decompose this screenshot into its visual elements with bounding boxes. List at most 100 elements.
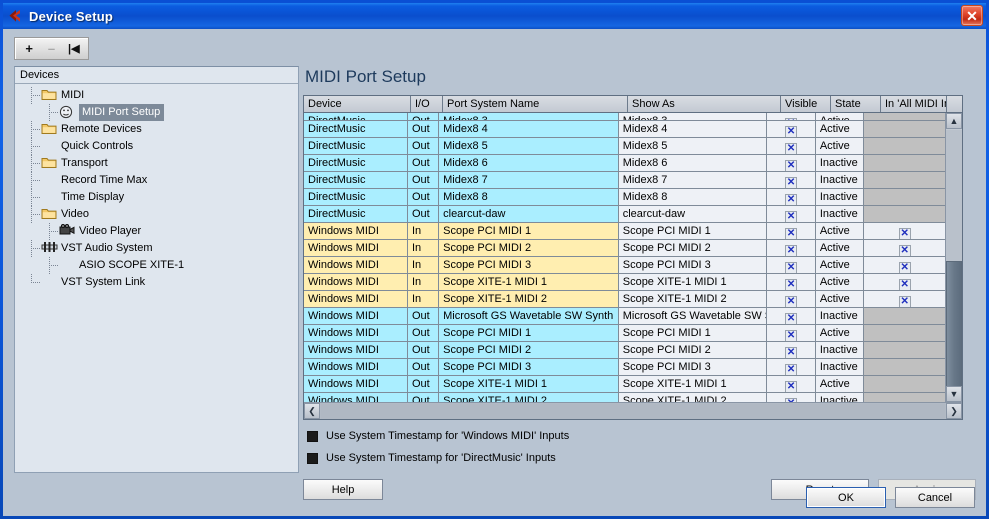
table-row[interactable]: Windows MIDI Out Scope PCI MIDI 3 Scope PCI… (304, 359, 945, 376)
cell-visible[interactable]: ✕ (767, 376, 816, 392)
cell-all-midi-in[interactable] (864, 172, 945, 188)
visible-checkbox[interactable]: ✕ (785, 347, 798, 358)
cell-visible[interactable]: ✕ (767, 274, 816, 290)
remove-device-button[interactable]: – (40, 39, 62, 59)
visible-checkbox[interactable]: ✕ (785, 313, 798, 324)
vertical-scroll-track[interactable] (946, 130, 962, 261)
visible-checkbox[interactable]: ✕ (785, 381, 798, 392)
reset-devices-button[interactable]: |◀ (63, 39, 85, 59)
table-row[interactable]: Windows MIDI In Scope PCI MIDI 2 Scope PCI … (304, 240, 945, 257)
cell-all-midi-in[interactable] (864, 308, 945, 324)
table-row[interactable]: DirectMusic Out Midex8 5 Midex8 5 ✕ Active (304, 138, 945, 155)
visible-checkbox[interactable]: ✕ (785, 194, 798, 205)
table-row[interactable]: DirectMusic Out clearcut-daw clearcut-daw ✕ I… (304, 206, 945, 223)
cell-visible[interactable]: ✕ (767, 121, 816, 137)
table-row[interactable]: DirectMusic Out Midex8 4 Midex8 4 ✕ Active (304, 121, 945, 138)
all-midi-in-checkbox[interactable]: ✕ (898, 228, 911, 239)
table-row[interactable]: DirectMusic Out Midex8 7 Midex8 7 ✕ Inactive (304, 172, 945, 189)
visible-checkbox[interactable]: ✕ (785, 211, 798, 222)
all-midi-in-checkbox[interactable]: ✕ (898, 279, 911, 290)
cancel-button[interactable]: Cancel (895, 487, 975, 508)
column-header-state[interactable]: State (831, 96, 881, 112)
cell-visible[interactable]: ✕ (767, 172, 816, 188)
devices-tree[interactable]: MIDI MIDI Port Setup Remote Devices Quick C… (15, 84, 298, 291)
sidebar-item-video-player[interactable]: Video Player (15, 223, 298, 240)
table-row[interactable]: DirectMusicOutMidex8 3Midex8 3✕Active (304, 113, 945, 121)
sidebar-item-midi[interactable]: MIDI (15, 87, 298, 104)
cell-visible[interactable]: ✕ (767, 342, 816, 358)
cell-all-midi-in[interactable] (864, 376, 945, 392)
cell-visible[interactable]: ✕ (767, 223, 816, 239)
sidebar-item-record-time-max[interactable]: Record Time Max (15, 172, 298, 189)
cell-all-midi-in[interactable]: ✕ (864, 274, 945, 290)
column-header-device[interactable]: Device (304, 96, 411, 112)
cell-all-midi-in[interactable] (864, 342, 945, 358)
sidebar-item-vst-system-link[interactable]: VST System Link (15, 274, 298, 291)
timestamp-checkbox[interactable] (307, 430, 318, 442)
table-row[interactable]: DirectMusic Out Midex8 6 Midex8 6 ✕ Inactive (304, 155, 945, 172)
table-row[interactable]: Windows MIDI Out Scope PCI MIDI 1 Scope PCI… (304, 325, 945, 342)
sidebar-item-midi-port-setup[interactable]: MIDI Port Setup (15, 104, 298, 121)
sidebar-item-remote-devices[interactable]: Remote Devices (15, 121, 298, 138)
visible-checkbox[interactable]: ✕ (785, 228, 798, 239)
cell-all-midi-in[interactable] (864, 189, 945, 205)
column-header-i-o[interactable]: I/O (411, 96, 443, 112)
sidebar-item-video[interactable]: Video (15, 206, 298, 223)
cell-visible[interactable]: ✕ (767, 291, 816, 307)
table-row[interactable]: Windows MIDI In Scope PCI MIDI 3 Scope PCI … (304, 257, 945, 274)
table-row[interactable]: DirectMusic Out Midex8 8 Midex8 8 ✕ Inactive (304, 189, 945, 206)
sidebar-item-quick-controls[interactable]: Quick Controls (15, 138, 298, 155)
cell-visible[interactable]: ✕ (767, 113, 816, 120)
cell-visible[interactable]: ✕ (767, 138, 816, 154)
column-header-visible[interactable]: Visible (781, 96, 831, 112)
horizontal-scroll-track[interactable] (321, 403, 945, 419)
option-row[interactable]: Use System Timestamp for 'DirectMusic' I… (307, 452, 976, 464)
sidebar-item-asio-scope-xite-1[interactable]: ASIO SCOPE XITE-1 (15, 257, 298, 274)
scroll-left-button[interactable]: ❮ (304, 403, 320, 419)
visible-checkbox[interactable]: ✕ (785, 364, 798, 375)
scroll-up-button[interactable]: ▲ (946, 113, 962, 129)
table-body[interactable]: DirectMusicOutMidex8 3Midex8 3✕ActiveDir… (304, 113, 945, 402)
table-row[interactable]: Windows MIDI Out Scope PCI MIDI 2 Scope PCI… (304, 342, 945, 359)
table-row[interactable]: Windows MIDI In Scope PCI MIDI 1 Scope PCI … (304, 223, 945, 240)
cell-all-midi-in[interactable] (864, 121, 945, 137)
cell-visible[interactable]: ✕ (767, 359, 816, 375)
cell-all-midi-in[interactable] (864, 393, 945, 402)
help-button[interactable]: Help (303, 479, 383, 500)
visible-checkbox[interactable]: ✕ (785, 279, 798, 290)
close-icon[interactable]: ✕ (961, 5, 983, 26)
add-device-button[interactable]: + (18, 39, 40, 59)
cell-visible[interactable]: ✕ (767, 206, 816, 222)
cell-all-midi-in[interactable] (864, 113, 945, 120)
column-header-show-as[interactable]: Show As (628, 96, 781, 112)
cell-visible[interactable]: ✕ (767, 240, 816, 256)
visible-checkbox[interactable]: ✕ (785, 126, 798, 137)
table-row[interactable]: Windows MIDI Out Scope XITE-1 MIDI 1 Scope … (304, 376, 945, 393)
cell-all-midi-in[interactable]: ✕ (864, 223, 945, 239)
table-row[interactable]: Windows MIDI Out Microsoft GS Wavetable SW… (304, 308, 945, 325)
cell-visible[interactable]: ✕ (767, 189, 816, 205)
all-midi-in-checkbox[interactable]: ✕ (898, 262, 911, 273)
visible-checkbox[interactable]: ✕ (785, 330, 798, 341)
table-row[interactable]: Windows MIDI In Scope XITE-1 MIDI 2 Scope X… (304, 291, 945, 308)
sidebar-item-time-display[interactable]: Time Display (15, 189, 298, 206)
cell-all-midi-in[interactable] (864, 138, 945, 154)
cell-all-midi-in[interactable]: ✕ (864, 291, 945, 307)
visible-checkbox[interactable]: ✕ (785, 118, 798, 120)
vertical-scrollbar[interactable]: ▲ ▼ (945, 113, 962, 405)
visible-checkbox[interactable]: ✕ (785, 143, 798, 154)
table-row[interactable]: Windows MIDI Out Scope XITE-1 MIDI 2 Scope … (304, 393, 945, 402)
cell-visible[interactable]: ✕ (767, 308, 816, 324)
vertical-scroll-thumb[interactable] (946, 261, 962, 405)
cell-visible[interactable]: ✕ (767, 325, 816, 341)
title-bar[interactable]: Device Setup ✕ (3, 3, 986, 29)
all-midi-in-checkbox[interactable]: ✕ (898, 296, 911, 307)
visible-checkbox[interactable]: ✕ (785, 245, 798, 256)
cell-all-midi-in[interactable] (864, 359, 945, 375)
scroll-down-button[interactable]: ▼ (946, 386, 962, 402)
column-header-port-system-name[interactable]: Port System Name (443, 96, 628, 112)
cell-visible[interactable]: ✕ (767, 257, 816, 273)
sidebar-item-vst-audio-system[interactable]: VST Audio System (15, 240, 298, 257)
visible-checkbox[interactable]: ✕ (785, 296, 798, 307)
sidebar-item-transport[interactable]: Transport (15, 155, 298, 172)
